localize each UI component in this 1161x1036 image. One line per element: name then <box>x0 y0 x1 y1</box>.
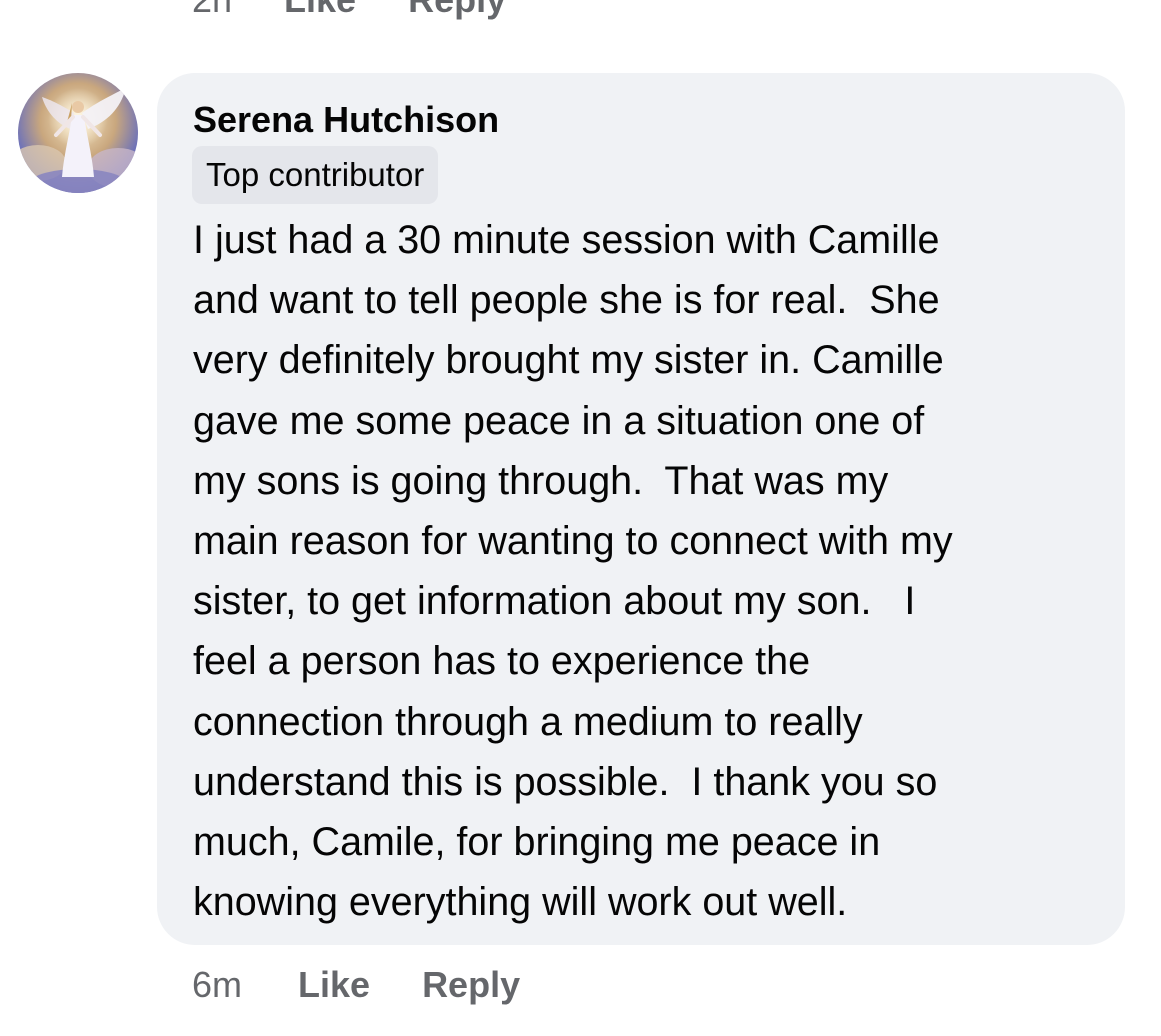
previous-comment-timestamp: 2h <box>192 0 232 21</box>
comment-text-line: sister, to get information about my son.… <box>193 579 916 624</box>
comment-text-line: feel a person has to experience the <box>193 639 811 684</box>
reply-button[interactable]: Reply <box>422 964 520 1006</box>
comment-text-line: very definitely brought my sister in. Ca… <box>193 338 944 383</box>
comment-text-line: main reason for wanting to connect with … <box>193 519 953 564</box>
comment-bubble: Serena Hutchison Top contributor I just … <box>157 73 1125 945</box>
comment-text-line: I just had a 30 minute session with Cami… <box>193 218 940 262</box>
comment-text-line: gave me some peace in a situation one of <box>193 398 925 443</box>
angel-avatar-icon <box>18 73 138 193</box>
previous-comment-actions: 2h Like Reply <box>192 0 558 22</box>
comment-text-line: much, Camile, for bringing me peace in <box>193 820 881 865</box>
comment-author-name[interactable]: Serena Hutchison <box>193 99 499 141</box>
comment-text-line: and want to tell people she is for real.… <box>193 278 940 323</box>
top-contributor-badge[interactable]: Top contributor <box>192 146 439 204</box>
comment-text-line: understand this is possible. I thank you… <box>193 759 938 804</box>
comment-text-line: my sons is going through. That was my <box>193 458 889 503</box>
previous-comment-reply-button[interactable]: Reply <box>408 0 506 21</box>
comment-timestamp[interactable]: 6m <box>192 964 242 1006</box>
comment-actions: 6m Like Reply <box>192 962 572 1008</box>
comment-text-line: knowing everything will work out well. <box>193 880 848 925</box>
like-button[interactable]: Like <box>298 964 370 1006</box>
comment-text: I just had a 30 minute session with Cami… <box>193 210 1113 932</box>
avatar[interactable] <box>18 73 138 193</box>
previous-comment-like-button[interactable]: Like <box>284 0 356 21</box>
comment-text-line: connection through a medium to really <box>193 699 863 744</box>
